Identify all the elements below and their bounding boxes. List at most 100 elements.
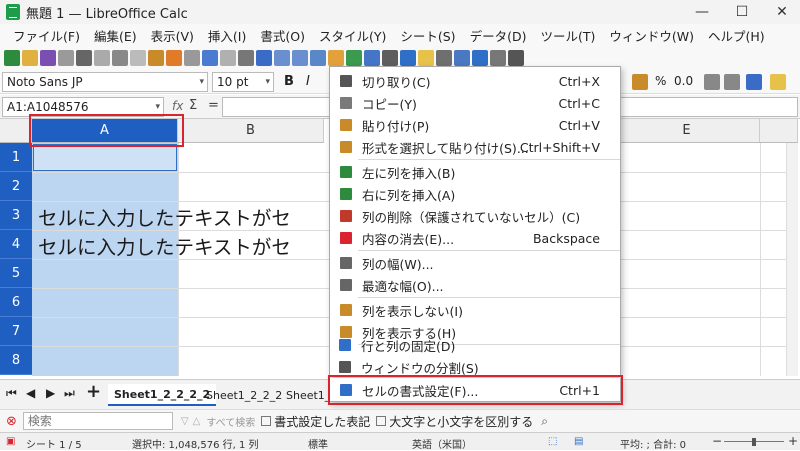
menu-item-show-column[interactable]: 列を表示する(H) <box>330 321 620 343</box>
zoom-in-button[interactable]: + <box>788 434 798 448</box>
save-icon[interactable] <box>40 50 56 66</box>
find-replace-icon[interactable] <box>238 50 254 66</box>
menu-item-optimal-width[interactable]: 最適な幅(O)... <box>330 274 620 296</box>
remove-decimal-icon[interactable] <box>724 74 740 90</box>
column-header-b[interactable]: B <box>178 119 324 143</box>
sheet-nav-first-icon[interactable]: ⏮ <box>6 386 21 401</box>
find-prev-icon[interactable]: ▽ <box>181 416 189 427</box>
sheet-nav-next-icon[interactable]: ▶ <box>46 386 55 400</box>
menu-help[interactable]: ヘルプ(H) <box>701 26 772 45</box>
menu-sheet[interactable]: シート(S) <box>393 26 462 45</box>
row-header-1[interactable]: 1 <box>0 143 32 172</box>
sheet-nav-prev-icon[interactable]: ◀ <box>26 386 35 400</box>
background-color-icon[interactable] <box>770 74 786 90</box>
column-header-f[interactable] <box>760 119 798 143</box>
sheet-tab[interactable]: Sheet1_2_2_2 <box>200 384 288 406</box>
bold-button[interactable]: B <box>284 74 294 89</box>
vertical-scrollbar[interactable] <box>786 143 798 376</box>
zoom-out-button[interactable]: − <box>712 434 722 448</box>
spelling-icon[interactable] <box>256 50 272 66</box>
close-button[interactable]: ✕ <box>762 0 800 24</box>
find-next-icon[interactable]: △ <box>193 416 201 427</box>
copy-toolbar-icon[interactable] <box>130 50 146 66</box>
row-header-8[interactable]: 8 <box>0 346 32 375</box>
paste-toolbar-icon[interactable] <box>148 50 164 66</box>
cut-icon[interactable] <box>112 50 128 66</box>
find-all-button[interactable]: すべて検索 <box>206 414 255 429</box>
menu-item-cut[interactable]: 切り取り(C) Ctrl+X <box>330 70 620 92</box>
sheet-nav-last-icon[interactable]: ⏭ <box>64 386 75 401</box>
font-name-box[interactable]: Noto Sans JP ▾ <box>2 72 208 92</box>
function-wizard-icon[interactable]: fx <box>172 99 183 113</box>
comment-icon[interactable] <box>418 50 434 66</box>
menu-item-delete-column[interactable]: 列の削除（保護されていないセル）(C) <box>330 205 620 227</box>
add-decimal-icon[interactable] <box>704 74 720 90</box>
menu-item-clear-contents[interactable]: 内容の消去(E)... Backspace <box>330 227 620 249</box>
menu-item-insert-right[interactable]: 右に列を挿入(A) <box>330 183 620 205</box>
add-sheet-icon[interactable]: + <box>86 381 101 402</box>
row-header-5[interactable]: 5 <box>0 259 32 288</box>
close-find-icon[interactable]: ⊗ <box>6 414 17 429</box>
export-pdf-icon[interactable] <box>58 50 74 66</box>
freeze-toolbar-icon[interactable] <box>472 50 488 66</box>
menu-item-paste[interactable]: 貼り付け(P) Ctrl+V <box>330 114 620 136</box>
redo-icon[interactable] <box>220 50 236 66</box>
menu-item-paste-special[interactable]: 形式を選択して貼り付け(S)... Ctrl+Shift+V <box>330 136 620 158</box>
menu-format[interactable]: 書式(O) <box>253 26 312 45</box>
find-input[interactable] <box>22 412 173 430</box>
find-replace-icon[interactable]: ⌕ <box>541 414 548 429</box>
percent-button[interactable]: % <box>655 74 666 88</box>
column-header-e[interactable]: E <box>614 119 760 143</box>
decimal-button[interactable]: 0.0 <box>674 74 693 88</box>
row-header-6[interactable]: 6 <box>0 288 32 317</box>
print-preview-icon[interactable] <box>94 50 110 66</box>
font-size-box[interactable]: 10 pt ▾ <box>212 72 274 92</box>
row-header-3[interactable]: 3 <box>0 201 32 230</box>
show-draw-functions-icon[interactable] <box>508 50 524 66</box>
menu-data[interactable]: データ(D) <box>463 26 534 45</box>
define-print-area-icon[interactable] <box>454 50 470 66</box>
match-case-checkbox[interactable] <box>376 416 387 426</box>
menu-item-copy[interactable]: コピー(Y) Ctrl+C <box>330 92 620 114</box>
split-toolbar-icon[interactable] <box>490 50 506 66</box>
hyperlink-icon[interactable] <box>400 50 416 66</box>
equals-icon[interactable]: = <box>208 98 219 113</box>
clear-formatting-icon[interactable] <box>184 50 200 66</box>
menu-styles[interactable]: スタイル(Y) <box>312 26 393 45</box>
sheet-tab[interactable]: Sheet1_2_2 <box>280 384 328 406</box>
insert-image-icon[interactable] <box>346 50 362 66</box>
formatted-display-checkbox[interactable] <box>261 416 272 426</box>
italic-button[interactable]: I <box>306 74 310 89</box>
zoom-slider-handle[interactable] <box>752 438 756 446</box>
menu-window[interactable]: ウィンドウ(W) <box>602 26 701 45</box>
new-icon[interactable] <box>4 50 20 66</box>
headers-footers-icon[interactable] <box>436 50 452 66</box>
select-all-corner[interactable] <box>0 119 32 143</box>
borders-icon[interactable] <box>746 74 762 90</box>
row-header-4[interactable]: 4 <box>0 230 32 259</box>
menu-item-hide-column[interactable]: 列を表示しない(I) <box>330 299 620 321</box>
undo-icon[interactable] <box>202 50 218 66</box>
special-character-icon[interactable] <box>382 50 398 66</box>
row-header-7[interactable]: 7 <box>0 317 32 346</box>
insert-chart-icon[interactable] <box>364 50 380 66</box>
open-icon[interactable] <box>22 50 38 66</box>
column-icon[interactable] <box>292 50 308 66</box>
row-icon[interactable] <box>274 50 290 66</box>
menu-edit[interactable]: 編集(E) <box>87 26 144 45</box>
page-style[interactable]: 標準 <box>308 436 328 451</box>
menu-file[interactable]: ファイル(F) <box>6 26 87 45</box>
menu-insert[interactable]: 挿入(I) <box>201 26 253 45</box>
autofilter-icon[interactable] <box>328 50 344 66</box>
minimize-button[interactable]: — <box>682 0 722 24</box>
maximize-button[interactable]: ☐ <box>722 0 762 24</box>
active-cell[interactable] <box>33 144 177 171</box>
clone-formatting-icon[interactable] <box>166 50 182 66</box>
print-icon[interactable] <box>76 50 92 66</box>
menu-item-insert-left[interactable]: 左に列を挿入(B) <box>330 161 620 183</box>
menu-view[interactable]: 表示(V) <box>144 26 201 45</box>
language[interactable]: 英語（米国） <box>412 436 472 451</box>
row-header-2[interactable]: 2 <box>0 172 32 201</box>
menu-item-column-width[interactable]: 列の幅(W)... <box>330 252 620 274</box>
sum-icon[interactable]: Σ <box>189 98 197 113</box>
